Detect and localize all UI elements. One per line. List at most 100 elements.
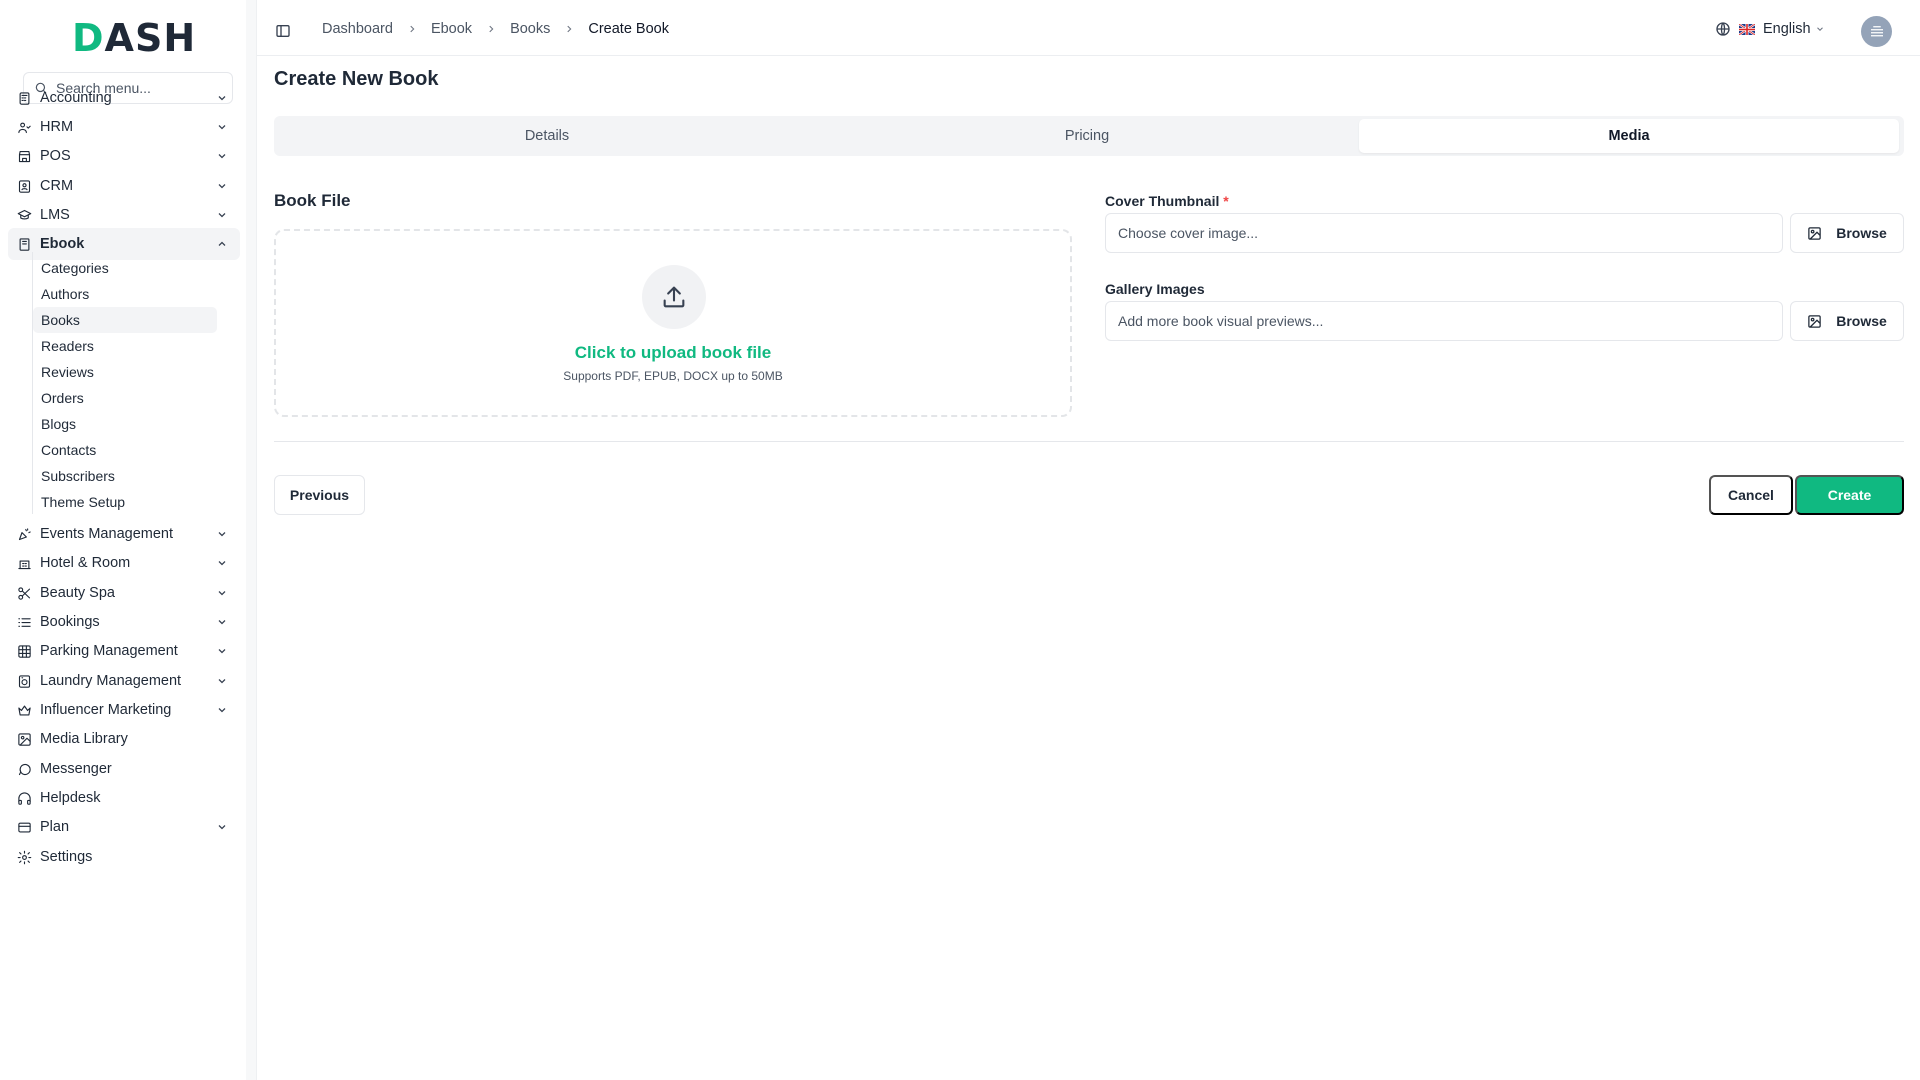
book-file-dropzone[interactable]: Click to upload book file Supports PDF, … [274, 229, 1072, 417]
chevron-down-icon [218, 591, 226, 596]
chevron-down-icon [218, 154, 226, 159]
breadcrumb-dashboard[interactable]: Dashboard [322, 21, 393, 37]
sidebar-subitem-subscribers[interactable]: Subscribers [33, 463, 217, 489]
tab-pricing[interactable]: Pricing [817, 119, 1357, 153]
sidebar-subitem-readers[interactable]: Readers [33, 333, 217, 359]
gallery-images-label: Gallery Images [1105, 281, 1205, 297]
sidebar-item-media-library[interactable]: Media Library [8, 723, 240, 755]
sidebar-item-bookings[interactable]: Bookings [8, 606, 240, 638]
contacts-icon [16, 178, 32, 194]
chevron-down-icon [218, 825, 226, 830]
chevron-down-icon [218, 532, 226, 537]
sidebar-item-label: HRM [40, 119, 74, 135]
sidebar-item-parking-management[interactable]: Parking Management [8, 635, 240, 667]
sidebar-item-messenger[interactable]: Messenger [8, 753, 240, 785]
sidebar-subitem-contacts[interactable]: Contacts [33, 437, 217, 463]
hotel-icon [16, 555, 32, 571]
tab-details[interactable]: Details [277, 119, 817, 153]
sidebar-item-plan[interactable]: Plan [8, 811, 240, 843]
logo-mark: D [72, 16, 105, 60]
grid-icon [16, 643, 32, 659]
chevron-down-icon [218, 213, 226, 218]
upload-icon [642, 265, 706, 329]
sidebar-subitem-authors[interactable]: Authors [33, 281, 217, 307]
cancel-button[interactable]: Cancel [1709, 475, 1793, 515]
washing-machine-icon [16, 673, 32, 689]
sidebar-subitem-blogs[interactable]: Blogs [33, 411, 217, 437]
logo-wordmark: ASH [104, 16, 197, 60]
cover-thumbnail-label: Cover Thumbnail * [1105, 193, 1229, 209]
language-selector[interactable]: English [1715, 21, 1825, 37]
sidebar-item-label: Ebook [40, 236, 85, 252]
sidebar-item-accounting[interactable]: Accounting [8, 82, 240, 114]
image-icon [16, 731, 32, 747]
sidebar-subitem-categories[interactable]: Categories [33, 255, 217, 281]
breadcrumb: Dashboard Ebook Books Create Book [322, 21, 669, 37]
sidebar-item-influencer-marketing[interactable]: Influencer Marketing [8, 694, 240, 726]
sidebar-item-events-management[interactable]: Events Management [8, 518, 240, 550]
sidebar-item-label: Messenger [40, 761, 112, 777]
gear-icon [16, 849, 32, 865]
chevron-down-icon [218, 649, 226, 654]
scissors-icon [16, 585, 32, 601]
crown-icon [16, 702, 32, 718]
sidebar-toggle-icon[interactable] [275, 23, 291, 39]
sidebar-item-settings[interactable]: Settings [8, 841, 240, 873]
chevron-down-icon [218, 184, 226, 189]
sidebar-item-crm[interactable]: CRM [8, 170, 240, 202]
calculator-icon [16, 90, 32, 106]
sidebar-subitem-theme-setup[interactable]: Theme Setup [33, 489, 217, 515]
previous-button[interactable]: Previous [274, 475, 365, 515]
sidebar-item-label: Helpdesk [40, 790, 101, 806]
main-content: Dashboard Ebook Books Create Book Englis… [256, 0, 1920, 1080]
sidebar-item-label: Hotel & Room [40, 555, 131, 571]
tab-list: Details Pricing Media [274, 116, 1904, 156]
cover-thumbnail-input[interactable] [1105, 213, 1783, 253]
sidebar-item-hrm[interactable]: HRM [8, 111, 240, 143]
cover-browse-button[interactable]: Browse [1790, 213, 1904, 253]
chevron-down-icon [218, 96, 226, 101]
chevron-up-icon [218, 241, 226, 246]
globe-icon [1716, 22, 1730, 36]
tab-media[interactable]: Media [1359, 119, 1899, 153]
upload-title: Click to upload book file [574, 343, 772, 362]
sidebar-item-hotel-room[interactable]: Hotel & Room [8, 547, 240, 579]
sidebar-item-label: Settings [40, 849, 93, 865]
breadcrumb-current: Create Book [588, 21, 669, 37]
sidebar-item-lms[interactable]: LMS [8, 199, 240, 231]
sidebar-subitem-books[interactable]: Books [33, 307, 217, 333]
sidebar-item-label: POS [40, 148, 71, 164]
sidebar-item-label: Laundry Management [40, 673, 182, 689]
gallery-images-input[interactable] [1105, 301, 1783, 341]
divider [274, 441, 1904, 442]
sidebar-subitem-orders[interactable]: Orders [33, 385, 217, 411]
sidebar-item-beauty-spa[interactable]: Beauty Spa [8, 577, 240, 609]
users-icon [16, 119, 32, 135]
sidebar-item-label: Beauty Spa [40, 585, 115, 601]
chevron-down-icon [218, 561, 226, 566]
sidebar-item-label: Events Management [40, 526, 173, 542]
create-button[interactable]: Create [1795, 475, 1904, 515]
message-circle-icon [16, 761, 32, 777]
gallery-browse-button[interactable]: Browse [1790, 301, 1904, 341]
sidebar-item-laundry-management[interactable]: Laundry Management [8, 665, 240, 697]
sidebar-item-pos[interactable]: POS [8, 140, 240, 172]
required-mark: * [1223, 193, 1229, 209]
list-icon [16, 614, 32, 630]
logo[interactable]: DASH [72, 16, 197, 60]
page-title: Create New Book [274, 68, 439, 90]
book-icon [16, 236, 32, 252]
avatar[interactable] [1861, 16, 1892, 47]
breadcrumb-ebook[interactable]: Ebook [431, 21, 472, 37]
headphones-icon [16, 790, 32, 806]
chevron-down-icon [1816, 27, 1823, 31]
store-icon [16, 148, 32, 164]
party-popper-icon [16, 526, 32, 542]
sidebar-item-helpdesk[interactable]: Helpdesk [8, 782, 240, 814]
breadcrumb-books[interactable]: Books [510, 21, 550, 37]
chevron-down-icon [218, 708, 226, 713]
building-icon [1870, 25, 1883, 36]
chevron-right-icon [407, 24, 417, 34]
sidebar: DASH Accounting HRM POS CRM LMS Ebook Events M… [0, 0, 246, 1080]
sidebar-subitem-reviews[interactable]: Reviews [33, 359, 217, 385]
